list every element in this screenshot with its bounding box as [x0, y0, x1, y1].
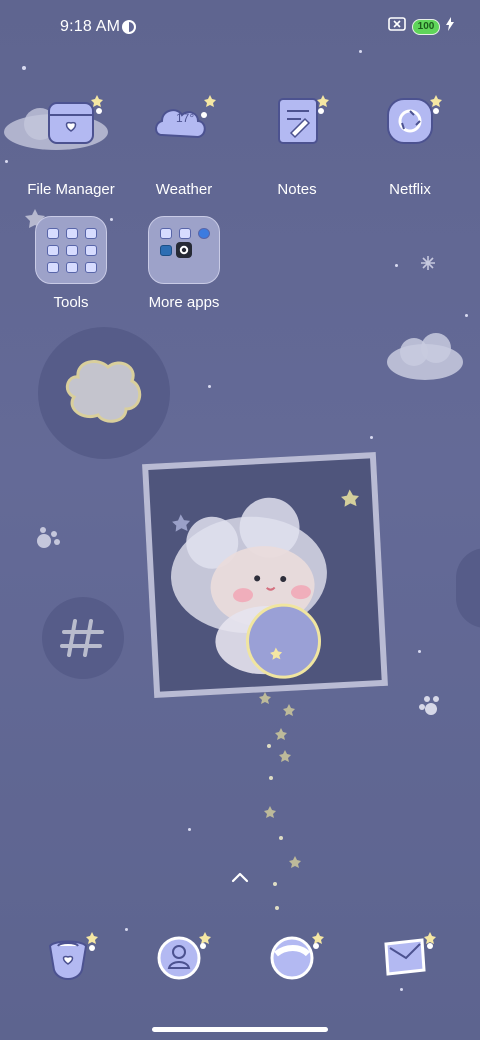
- battery-indicator: 100: [412, 18, 440, 35]
- edge-widget[interactable]: [456, 548, 480, 628]
- browser-icon: [270, 932, 324, 980]
- dock-messages[interactable]: [382, 932, 438, 988]
- folder-more-apps-icon: [148, 216, 220, 284]
- folder-tools-icon: [35, 216, 107, 284]
- notes-icon: [261, 95, 333, 167]
- paw-decoration: [418, 696, 442, 721]
- app-file-manager[interactable]: File Manager: [15, 95, 127, 198]
- stars-trail-decoration: [255, 688, 315, 923]
- netflix-icon: [374, 95, 446, 167]
- status-icons: 100: [388, 17, 454, 36]
- weather-temp: 17°: [176, 111, 195, 125]
- app-label: Weather: [155, 181, 213, 198]
- dock-contacts[interactable]: [157, 932, 213, 988]
- charging-icon: [446, 17, 454, 36]
- settings-mini-icon: [176, 242, 192, 258]
- status-app-icon: [121, 19, 137, 40]
- app-label: File Manager: [27, 181, 115, 198]
- app-notes[interactable]: Notes: [241, 95, 353, 198]
- folder-label: Tools: [53, 294, 89, 311]
- contacts-icon: [157, 932, 211, 980]
- sheep-illustration: [171, 489, 359, 679]
- status-time: 9:18 AM: [60, 18, 121, 35]
- folder-label: More apps: [148, 294, 220, 311]
- snowflake-decoration: [420, 255, 436, 276]
- weather-icon: 17°: [148, 95, 220, 167]
- home-indicator[interactable]: [152, 1027, 328, 1032]
- cloud-decoration: [384, 330, 466, 387]
- sim-off-icon: [388, 17, 406, 36]
- app-weather[interactable]: 17° Weather: [128, 95, 240, 198]
- paw-decoration: [34, 526, 62, 555]
- app-drawer-chevron-up-icon[interactable]: [230, 870, 250, 889]
- app-netflix[interactable]: Netflix: [354, 95, 466, 198]
- app-label: Notes: [277, 181, 317, 198]
- folder-more-apps[interactable]: More apps: [128, 216, 240, 311]
- app-label: Netflix: [389, 181, 431, 198]
- hashtag-icon: [60, 619, 104, 657]
- messages-icon: [384, 932, 436, 976]
- dock-phone[interactable]: [44, 932, 100, 988]
- photo-widget[interactable]: [142, 452, 388, 698]
- hashtag-widget[interactable]: [42, 597, 124, 679]
- folder-tools[interactable]: Tools: [15, 216, 127, 311]
- dock-browser[interactable]: [270, 932, 326, 988]
- flower-widget[interactable]: [38, 327, 170, 459]
- file-manager-icon: [35, 95, 107, 167]
- phone-icon: [48, 932, 98, 980]
